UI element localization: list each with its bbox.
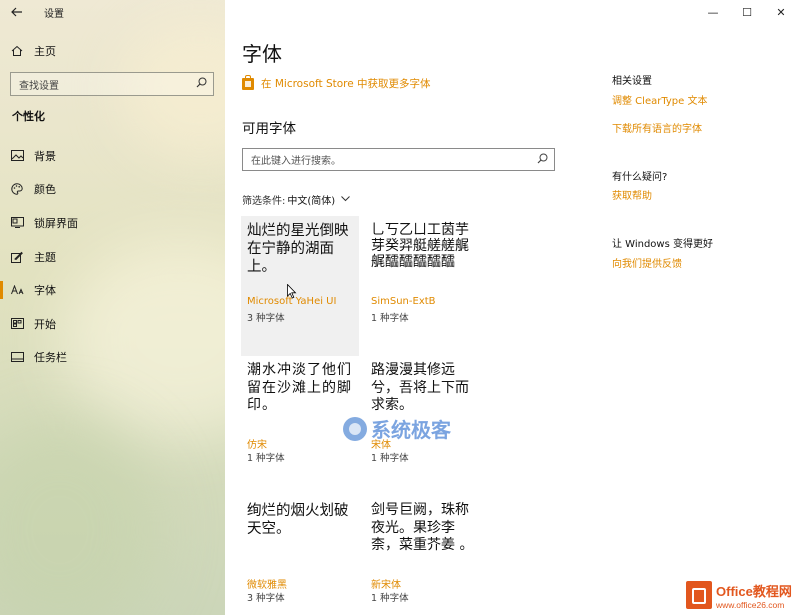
- font-preview: 乚丂乙ㄩ工茵芋芽癸羿艇艖艖艉艉醽醽醽醽醽: [371, 222, 469, 271]
- filter-label: 筛选条件:: [242, 196, 286, 207]
- language-filter[interactable]: 筛选条件: 中文(简体): [242, 192, 351, 207]
- page-title: 字体: [242, 42, 282, 66]
- office-logo-icon: [686, 581, 712, 609]
- sidebar-item-themes[interactable]: 主题: [0, 240, 225, 274]
- sidebar-item-label: 任务栏: [34, 351, 67, 365]
- font-count: 3 种字体: [247, 593, 285, 604]
- site-badge: Office教程网 www.office26.com: [680, 575, 798, 615]
- font-preview: 剑号巨阙，珠称夜光。果珍李柰，菜重芥姜 。: [371, 502, 474, 553]
- sidebar-item-lock-screen[interactable]: 锁屏界面: [0, 206, 225, 240]
- close-button[interactable]: ✕: [764, 0, 798, 24]
- badge-url: www.office26.com: [716, 599, 785, 610]
- font-name: 新宋体: [371, 580, 401, 591]
- font-search-input[interactable]: 在此键入进行搜索。: [242, 148, 555, 171]
- palette-icon: [0, 183, 34, 196]
- maximize-button[interactable]: ☐: [730, 0, 764, 24]
- download-fonts-link[interactable]: 下载所有语言的字体: [612, 120, 702, 135]
- sidebar-item-background[interactable]: 背景: [0, 139, 225, 173]
- cleartype-link[interactable]: 调整 ClearType 文本: [612, 92, 707, 107]
- font-name: SimSun-ExtB: [371, 296, 436, 307]
- fonts-icon: [0, 284, 34, 296]
- maximize-icon: ☐: [742, 5, 752, 19]
- sidebar-item-fonts[interactable]: 字体: [0, 273, 225, 307]
- sidebar-item-label: 背景: [34, 149, 56, 163]
- minimize-button[interactable]: —: [696, 0, 730, 24]
- search-icon: [196, 77, 207, 91]
- question-heading: 有什么疑问?: [612, 172, 668, 183]
- home-icon: [0, 45, 34, 57]
- feedback-link[interactable]: 向我们提供反馈: [612, 255, 682, 270]
- font-count: 1 种字体: [371, 313, 409, 324]
- sidebar-item-label: 颜色: [34, 183, 56, 197]
- store-link-label: 在 Microsoft Store 中获取更多字体: [261, 78, 431, 90]
- back-button[interactable]: [0, 0, 34, 24]
- settings-search-input[interactable]: 查找设置: [10, 72, 214, 96]
- store-link[interactable]: 在 Microsoft Store 中获取更多字体: [242, 74, 431, 91]
- active-indicator: [0, 281, 3, 300]
- taskbar-icon: [0, 352, 34, 363]
- search-placeholder: 查找设置: [19, 80, 59, 92]
- improve-heading: 让 Windows 变得更好: [612, 239, 713, 250]
- font-tile-nsimsun[interactable]: 剑号巨阙，珠称夜光。果珍李柰，菜重芥姜 。 新宋体 1 种字体: [365, 496, 483, 615]
- sidebar-item-colors[interactable]: 颜色: [0, 173, 225, 207]
- font-name: 微软雅黑: [247, 580, 287, 591]
- font-count: 1 种字体: [371, 453, 409, 464]
- watermark-logo-icon: [343, 416, 367, 441]
- sidebar-item-label: 主题: [34, 250, 56, 264]
- font-tile-fangsong[interactable]: 潮水冲淡了他们留在沙滩上的脚印。 仿宋 1 种字体: [241, 356, 359, 496]
- themes-icon: [0, 251, 34, 263]
- section-heading: 个性化: [12, 110, 45, 123]
- app-title: 设置: [44, 8, 64, 20]
- related-heading: 相关设置: [612, 76, 652, 87]
- filter-value: 中文(简体): [287, 196, 336, 207]
- main-content: — ☐ ✕ 字体 在 Microsoft Store 中获取更多字体 可用字体 …: [225, 0, 798, 615]
- sidebar: 设置 主页 查找设置 个性化 背景 颜色 锁屏界面 主题 字体 开始 任务栏: [0, 0, 225, 615]
- background-icon: [0, 150, 34, 162]
- font-count: 3 种字体: [247, 313, 285, 324]
- sidebar-item-start[interactable]: 开始: [0, 307, 225, 341]
- lock-screen-icon: [0, 217, 34, 229]
- window-controls: — ☐ ✕: [696, 0, 798, 24]
- font-count: 1 种字体: [247, 453, 285, 464]
- watermark-text: 系统极客: [371, 418, 451, 442]
- font-preview: 潮水冲淡了他们留在沙滩上的脚印。: [247, 362, 352, 413]
- available-fonts-heading: 可用字体: [242, 121, 296, 137]
- sidebar-item-home[interactable]: 主页: [0, 40, 225, 62]
- sidebar-nav: 背景 颜色 锁屏界面 主题 字体 开始 任务栏: [0, 139, 225, 374]
- font-preview: 路漫漫其修远兮，吾将上下而求索。: [371, 362, 469, 413]
- minimize-icon: —: [707, 5, 719, 19]
- font-preview: 绚烂的烟火划破天空。: [247, 503, 349, 538]
- start-icon: [0, 318, 34, 330]
- get-help-link[interactable]: 获取帮助: [612, 187, 652, 202]
- home-label: 主页: [34, 45, 56, 58]
- sidebar-item-label: 字体: [34, 284, 56, 298]
- font-preview: 灿烂的星光倒映在宁静的湖面上。: [247, 223, 349, 276]
- close-icon: ✕: [776, 5, 786, 19]
- search-icon: [537, 153, 548, 167]
- chevron-down-icon: [341, 195, 351, 205]
- font-count: 1 种字体: [371, 593, 409, 604]
- sidebar-item-label: 开始: [34, 317, 56, 331]
- back-arrow-icon: [11, 7, 22, 17]
- title-bar: 设置: [0, 0, 225, 24]
- sidebar-item-taskbar[interactable]: 任务栏: [0, 341, 225, 375]
- font-tile-simsun-extb[interactable]: 乚丂乙ㄩ工茵芋芽癸羿艇艖艖艉艉醽醽醽醽醽 SimSun-ExtB 1 种字体: [365, 216, 483, 356]
- badge-brand: Office教程网: [716, 583, 792, 599]
- font-tile-microsoft-yahei-ui[interactable]: 灿烂的星光倒映在宁静的湖面上。 Microsoft YaHei UI 3 种字体: [241, 216, 359, 356]
- font-name: 仿宋: [247, 440, 267, 451]
- watermark: 系统极客: [343, 414, 451, 443]
- sidebar-item-label: 锁屏界面: [34, 216, 78, 230]
- font-search-placeholder: 在此键入进行搜索。: [251, 156, 341, 167]
- font-tile-microsoft-yahei[interactable]: 绚烂的烟火划破天空。 微软雅黑 3 种字体: [241, 496, 359, 615]
- store-bag-icon: [242, 74, 254, 90]
